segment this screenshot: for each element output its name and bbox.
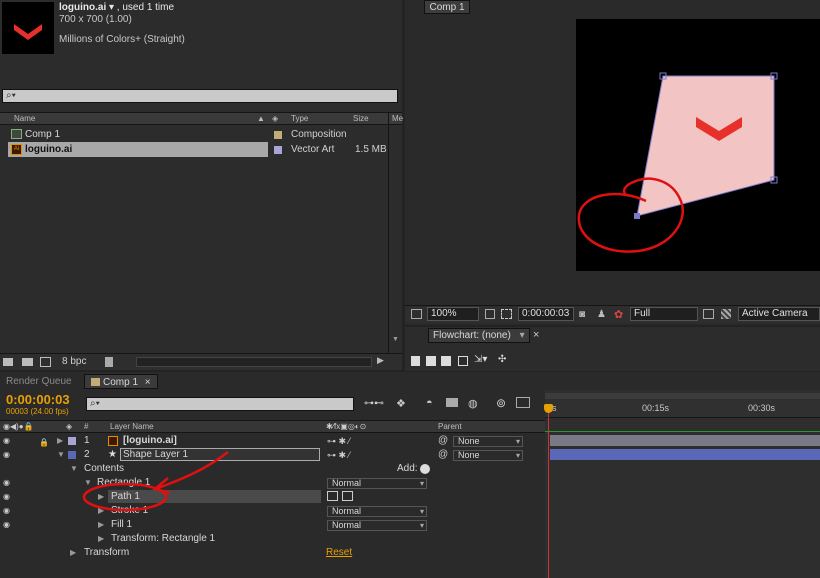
time-ruler[interactable] (545, 400, 820, 418)
shape-layer-preview (577, 72, 778, 253)
ruler-tick-15: 00:15s (642, 403, 670, 413)
annotation-arrow (157, 451, 229, 490)
layer-bar-shape[interactable] (550, 449, 820, 460)
fast-previews-icon[interactable] (703, 309, 714, 319)
ruler-tick-30: 00:30s (748, 403, 776, 413)
camera-dropdown[interactable]: Active Camera (738, 307, 820, 321)
after-effects-window: loguino.ai ▾ , used 1 time 700 x 700 (1.… (0, 0, 820, 578)
work-area-line (545, 431, 820, 432)
show-snapshot-icon[interactable]: ♟ (597, 309, 606, 320)
playhead-line (548, 413, 549, 578)
work-area-bar[interactable] (545, 393, 820, 399)
resolution-dropdown[interactable]: Full (630, 307, 698, 321)
camera-snapshot-icon[interactable]: ◙ (579, 309, 585, 320)
channel-rgb-icon[interactable]: ✿ (614, 308, 623, 321)
layer-bar-ai[interactable] (550, 435, 820, 446)
transparency-grid-icon[interactable] (721, 309, 731, 319)
annotation-overlay (82, 451, 229, 512)
annotation-ellipse (82, 482, 168, 512)
composition-canvas[interactable] (576, 19, 820, 271)
timeline-track-area[interactable] (545, 390, 820, 578)
current-time-indicator[interactable] (544, 404, 553, 413)
